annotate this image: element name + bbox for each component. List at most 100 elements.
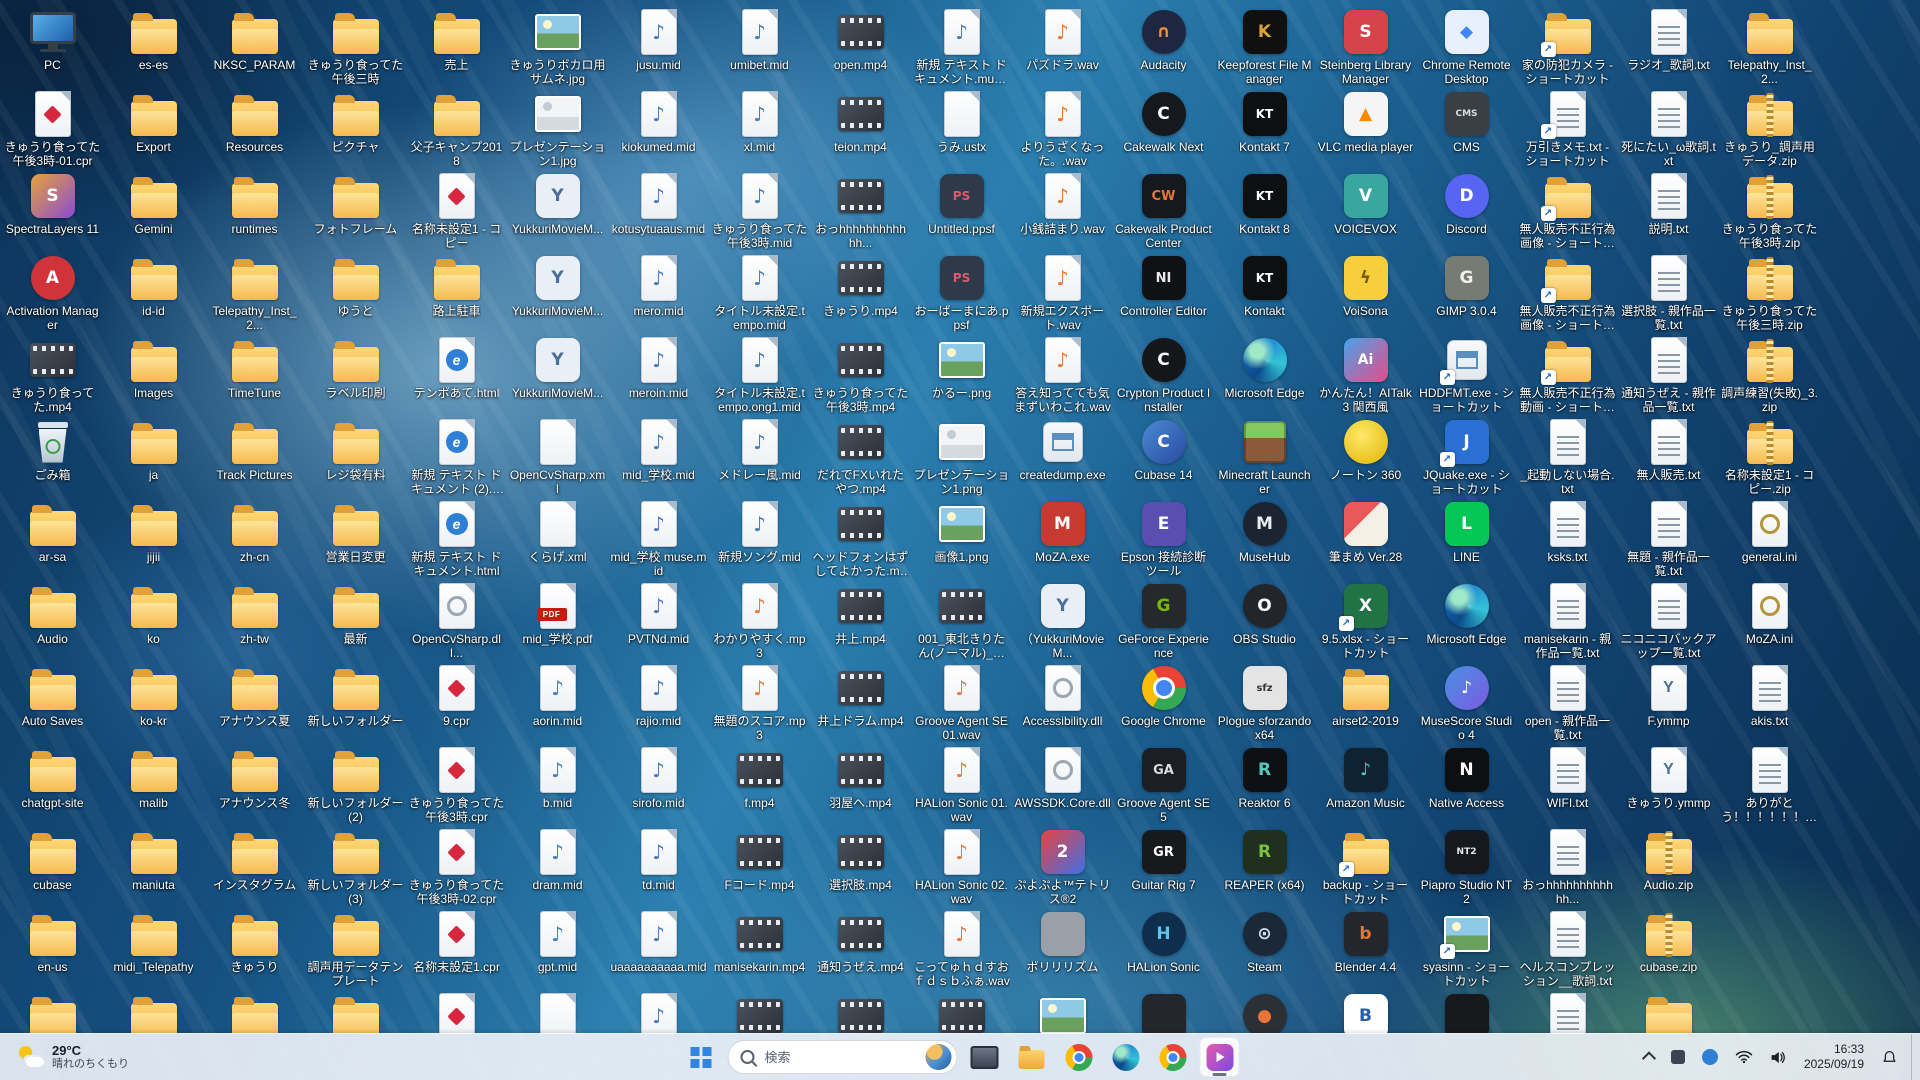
desktop-icon[interactable]: id-id: [103, 250, 204, 332]
desktop-icon[interactable]: KKeepforest File Manager: [1214, 4, 1315, 86]
desktop-icon[interactable]: teion.mp4: [810, 86, 911, 168]
desktop-icon[interactable]: MoZA.ini: [1719, 578, 1820, 660]
desktop-icon[interactable]: ♪タイトル未設定.tempo.ong1.mid: [709, 332, 810, 414]
desktop-icon[interactable]: [911, 988, 1012, 1034]
desktop-icon[interactable]: 調声用データテンプレート: [305, 906, 406, 988]
desktop-icon[interactable]: きゅうり: [204, 906, 305, 988]
desktop-icon[interactable]: [1618, 988, 1719, 1034]
weather-widget[interactable]: 29°C 晴れのちくもり: [10, 1034, 137, 1080]
desktop-icon[interactable]: [1012, 988, 1113, 1034]
desktop-icon[interactable]: SSpectraLayers 11: [2, 168, 103, 250]
desktop-icon[interactable]: chatgpt-site: [2, 742, 103, 824]
desktop-icon[interactable]: MMuseHub: [1214, 496, 1315, 578]
desktop-icon[interactable]: MMoZA.exe: [1012, 496, 1113, 578]
desktop-icon[interactable]: ↗backup - ショートカット: [1315, 824, 1416, 906]
desktop-icon[interactable]: 営業日変更: [305, 496, 406, 578]
desktop-icon[interactable]: TimeTune: [204, 332, 305, 414]
search-box[interactable]: [728, 1040, 958, 1074]
desktop-icon[interactable]: ♪HALion Sonic 01.wav: [911, 742, 1012, 824]
desktop-icon[interactable]: SSteinberg Library Manager: [1315, 4, 1416, 86]
desktop-icon[interactable]: ♪メドレー風.mid: [709, 414, 810, 496]
desktop-icon[interactable]: ♪td.mid: [608, 824, 709, 906]
desktop-icon[interactable]: NNative Access: [1416, 742, 1517, 824]
desktop-icon[interactable]: ラベル印刷: [305, 332, 406, 414]
desktop-icon[interactable]: NKSC_PARAM: [204, 4, 305, 86]
desktop-icon[interactable]: 名称未設定1 - コピー.zip: [1719, 414, 1820, 496]
desktop-icon[interactable]: cubase.zip: [1618, 906, 1719, 988]
desktop-icon[interactable]: かるー.png: [911, 332, 1012, 414]
desktop-icon[interactable]: RReaktor 6: [1214, 742, 1315, 824]
desktop-icon[interactable]: LLINE: [1416, 496, 1517, 578]
desktop-icon[interactable]: CCubase 14: [1113, 414, 1214, 496]
desktop-icon[interactable]: ↗無人販売不正行為画像 - ショートカッ...: [1517, 168, 1618, 250]
desktop-icon[interactable]: ksks.txt: [1517, 496, 1618, 578]
desktop-icon[interactable]: runtimes: [204, 168, 305, 250]
desktop-icon[interactable]: ♪HALion Sonic 02.wav: [911, 824, 1012, 906]
desktop-icon[interactable]: きゅうり食ってた午後三時: [305, 4, 406, 86]
desktop-icon[interactable]: manisekarin - 親作品一覧.txt: [1517, 578, 1618, 660]
desktop-icon[interactable]: ♪小銭詰まり.wav: [1012, 168, 1113, 250]
desktop-icon[interactable]: YYukkuriMovieM...: [507, 250, 608, 332]
desktop-icon[interactable]: Fコード.mp4: [709, 824, 810, 906]
desktop-icon[interactable]: ピクチャ: [305, 86, 406, 168]
desktop-icon[interactable]: HHALion Sonic: [1113, 906, 1214, 988]
desktop-icon[interactable]: PDFmid_学校.pdf: [507, 578, 608, 660]
desktop-icon[interactable]: ♪kotusytuaaus.mid: [608, 168, 709, 250]
desktop-icon[interactable]: 井上.mp4: [810, 578, 911, 660]
taskbar-app-chrome-2[interactable]: [1153, 1037, 1193, 1077]
desktop-icon[interactable]: YYukkuriMovieM...: [507, 332, 608, 414]
desktop-icon[interactable]: きゅうり食ってた午後3時.zip: [1719, 168, 1820, 250]
desktop-icon[interactable]: [406, 988, 507, 1034]
desktop-icon[interactable]: ●: [1214, 988, 1315, 1034]
desktop-icon[interactable]: ♪gpt.mid: [507, 906, 608, 988]
show-desktop-strip[interactable]: [1911, 1034, 1916, 1080]
desktop-icon[interactable]: ↗syasinn - ショートカット: [1416, 906, 1517, 988]
desktop-icon[interactable]: ♪meroin.mid: [608, 332, 709, 414]
desktop-icon[interactable]: アナウンス夏: [204, 660, 305, 742]
desktop-icon[interactable]: Accessibility.dll: [1012, 660, 1113, 742]
desktop-icon[interactable]: DDiscord: [1416, 168, 1517, 250]
desktop-icon[interactable]: ♪aorin.mid: [507, 660, 608, 742]
taskbar-clock[interactable]: 16:33 2025/09/19: [1800, 1040, 1868, 1074]
desktop-icon[interactable]: だれでFXいれたやつ.mp4: [810, 414, 911, 496]
desktop-icon[interactable]: フォトフレーム: [305, 168, 406, 250]
desktop-icon[interactable]: OpenCvSharp.dll...: [406, 578, 507, 660]
desktop-icon[interactable]: 調声練習(失敗)_3.zip: [1719, 332, 1820, 414]
desktop-icon[interactable]: X↗9.5.xlsx - ショートカット: [1315, 578, 1416, 660]
desktop-icon[interactable]: ♪dram.mid: [507, 824, 608, 906]
desktop-icon[interactable]: ♪タイトル未設定.tempo.mid: [709, 250, 810, 332]
desktop-icon[interactable]: Microsoft Edge: [1214, 332, 1315, 414]
desktop-icon[interactable]: GGIMP 3.0.4: [1416, 250, 1517, 332]
desktop-icon[interactable]: YF.ymmp: [1618, 660, 1719, 742]
desktop-icon[interactable]: きゅうり_調声用データ.zip: [1719, 86, 1820, 168]
desktop-icon[interactable]: PSUntitled.ppsf: [911, 168, 1012, 250]
desktop-icon[interactable]: ♪新規エクスポート.wav: [1012, 250, 1113, 332]
desktop-icon[interactable]: 通知うぜえ.mp4: [810, 906, 911, 988]
taskbar-app-desktop[interactable]: [965, 1037, 1005, 1077]
desktop-icon[interactable]: KTKontakt 8: [1214, 168, 1315, 250]
desktop-icon[interactable]: Images: [103, 332, 204, 414]
desktop-icon[interactable]: Gemini: [103, 168, 204, 250]
desktop-icon[interactable]: 売上: [406, 4, 507, 86]
notification-bell-icon[interactable]: [1879, 1047, 1900, 1068]
desktop-icon[interactable]: うみ.ustx: [911, 86, 1012, 168]
desktop-icon[interactable]: GGeForce Experience: [1113, 578, 1214, 660]
desktop-icon[interactable]: 死にたい_ω歌詞.txt: [1618, 86, 1719, 168]
desktop-icon[interactable]: きゅうり食ってた.mp4: [2, 332, 103, 414]
desktop-icon[interactable]: e新規 テキスト ドキュメント.html: [406, 496, 507, 578]
desktop-icon[interactable]: NIController Editor: [1113, 250, 1214, 332]
start-button[interactable]: [681, 1037, 721, 1077]
desktop-icon[interactable]: ↗無人販売不正行為画像 - ショートカット: [1517, 250, 1618, 332]
desktop-icon[interactable]: Yきゅうり.ymmp: [1618, 742, 1719, 824]
desktop-icon[interactable]: eテンポあて.html: [406, 332, 507, 414]
desktop-icon[interactable]: KTKontakt 7: [1214, 86, 1315, 168]
desktop-icon[interactable]: 通知うぜえ - 親作品一覧.txt: [1618, 332, 1719, 414]
desktop-icon[interactable]: 新しいフォルダー: [305, 660, 406, 742]
desktop-icon[interactable]: _起動しない場合.txt: [1517, 414, 1618, 496]
desktop-icon[interactable]: ♪きゅうり食ってた午後3時.mid: [709, 168, 810, 250]
desktop-icon[interactable]: J↗JQuake.exe - ショートカット: [1416, 414, 1517, 496]
desktop-icon[interactable]: ♪MuseScore Studio 4: [1416, 660, 1517, 742]
desktop-icon[interactable]: [103, 988, 204, 1034]
desktop-icon[interactable]: malib: [103, 742, 204, 824]
desktop-icon[interactable]: EEpson 接続診断ツール: [1113, 496, 1214, 578]
